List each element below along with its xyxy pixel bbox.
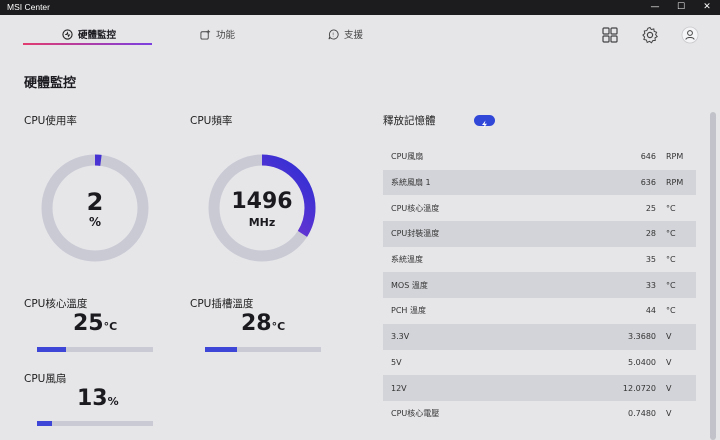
table-row: CPU風扇 646 RPM [383, 144, 696, 170]
sensor-unit: °C [666, 255, 676, 265]
support-icon: ! [328, 28, 339, 40]
sensor-name: 系統風扇 1 [391, 178, 431, 188]
cpu-socket-temp-unit: °C [271, 320, 286, 333]
tab-label: 支援 [344, 30, 364, 41]
sensor-value: 28 [645, 229, 656, 239]
sensor-name: MOS 溫度 [391, 280, 428, 290]
cpu-frequency-unit: MHz [248, 216, 276, 229]
monitor-icon [62, 28, 73, 40]
sensor-value: 646 [640, 152, 656, 162]
active-tab-indicator [23, 43, 152, 45]
sensor-unit: °C [666, 203, 676, 213]
sensor-value: 35 [645, 255, 656, 265]
lightning-icon [482, 120, 487, 129]
title-bar: MSI Center — ☐ ✕ [0, 0, 720, 15]
sensor-unit: °C [666, 229, 676, 239]
page-title: 硬體監控 [24, 76, 77, 91]
sensor-name: CPU封裝溫度 [391, 229, 440, 239]
bar-fill [37, 421, 53, 426]
cpu-socket-temp-bar [205, 347, 321, 352]
tab-label: 功能 [216, 30, 236, 41]
cpu-socket-temp-value: 28 [241, 311, 272, 336]
sensor-value: 33 [645, 280, 656, 290]
sensor-value: 44 [645, 306, 656, 316]
tab-label: 硬體監控 [78, 30, 117, 41]
table-row: PCH 溫度 44 °C [383, 298, 696, 324]
cpu-usage-value: 2 [86, 188, 104, 216]
maximize-button[interactable]: ☐ [668, 0, 694, 15]
free-memory-button[interactable] [474, 115, 495, 129]
cpu-fan-value: 13 [77, 386, 108, 411]
sensor-name: 3.3V [391, 332, 410, 342]
sensor-value: 25 [645, 203, 656, 213]
cpu-core-temp-unit: °C [103, 320, 118, 333]
sensor-unit: RPM [666, 152, 684, 162]
table-row: 3.3V 3.3680 V [383, 323, 696, 350]
cpu-fan-reading: 13% [77, 386, 119, 411]
sensor-name: PCH 溫度 [391, 306, 426, 316]
cpu-usage-unit: % [88, 215, 102, 229]
close-button[interactable]: ✕ [694, 0, 720, 15]
cpu-frequency-label: CPU頻率 [190, 115, 233, 127]
table-row: CPU核心溫度 25 °C [383, 195, 696, 221]
scrollbar[interactable] [710, 112, 716, 440]
sensor-name: CPU風扇 [391, 152, 424, 162]
bar-fill [205, 347, 238, 352]
sensor-name: 系統溫度 [391, 255, 423, 265]
bar-fill [37, 347, 66, 352]
free-memory-label: 釋放記憶體 [383, 115, 436, 127]
table-row: CPU封裝溫度 28 °C [383, 221, 696, 247]
sensor-unit: V [666, 332, 672, 342]
sensor-value: 3.3680 [628, 332, 656, 342]
minimize-button[interactable]: — [642, 0, 668, 15]
cpu-fan-unit: % [107, 395, 119, 408]
sensor-value: 5.0400 [628, 357, 656, 367]
grid-icon[interactable] [601, 26, 619, 44]
cpu-core-temp-bar [37, 347, 153, 352]
sensor-value: 0.7480 [628, 409, 656, 419]
sensor-value: 12.0720 [622, 383, 656, 393]
sensor-unit: RPM [666, 178, 684, 188]
sensor-value: 636 [640, 178, 656, 188]
tab-support[interactable]: ! 支援 [328, 23, 363, 45]
tab-hardware-monitor[interactable]: 硬體監控 [62, 23, 116, 45]
sensor-unit: V [666, 409, 672, 419]
table-row: 5V 5.0400 V [383, 350, 696, 376]
table-row: 系統溫度 35 °C [383, 247, 696, 273]
tab-features[interactable]: 功能 [200, 23, 235, 45]
sensor-name: CPU核心電壓 [391, 409, 440, 419]
cpu-frequency-value: 1496 [231, 189, 293, 214]
cpu-fan-label: CPU風扇 [24, 373, 67, 385]
gear-icon[interactable] [641, 26, 659, 44]
sensor-list: CPU風扇 646 RPM 系統風扇 1 636 RPM CPU核心溫度 25 °C CPU封裝溫… [383, 144, 696, 427]
cpu-usage-label: CPU使用率 [24, 115, 77, 127]
table-row: 12V 12.0720 V [383, 375, 696, 401]
cpu-fan-bar [37, 421, 153, 426]
window-title: MSI Center [7, 2, 50, 12]
cpu-socket-temp-reading: 28°C [241, 311, 285, 336]
sensor-unit: V [666, 383, 672, 393]
sensor-unit: V [666, 357, 672, 367]
sensor-unit: °C [666, 280, 676, 290]
sensor-name: 12V [391, 383, 407, 393]
cpu-socket-temp-label: CPU插槽溫度 [190, 298, 254, 310]
feature-icon [200, 29, 211, 40]
table-row: CPU核心電壓 0.7480 V [383, 401, 696, 427]
sensor-unit: °C [666, 306, 676, 316]
sensor-name: CPU核心溫度 [391, 203, 440, 213]
cpu-core-temp-label: CPU核心溫度 [24, 298, 88, 310]
user-avatar-icon[interactable] [681, 26, 699, 44]
svg-text:!: ! [332, 32, 334, 38]
table-row: 系統風扇 1 636 RPM [383, 169, 696, 196]
cpu-core-temp-value: 25 [73, 311, 104, 336]
cpu-core-temp-reading: 25°C [73, 311, 117, 336]
table-row: MOS 溫度 33 °C [383, 272, 696, 299]
sensor-name: 5V [391, 357, 402, 367]
